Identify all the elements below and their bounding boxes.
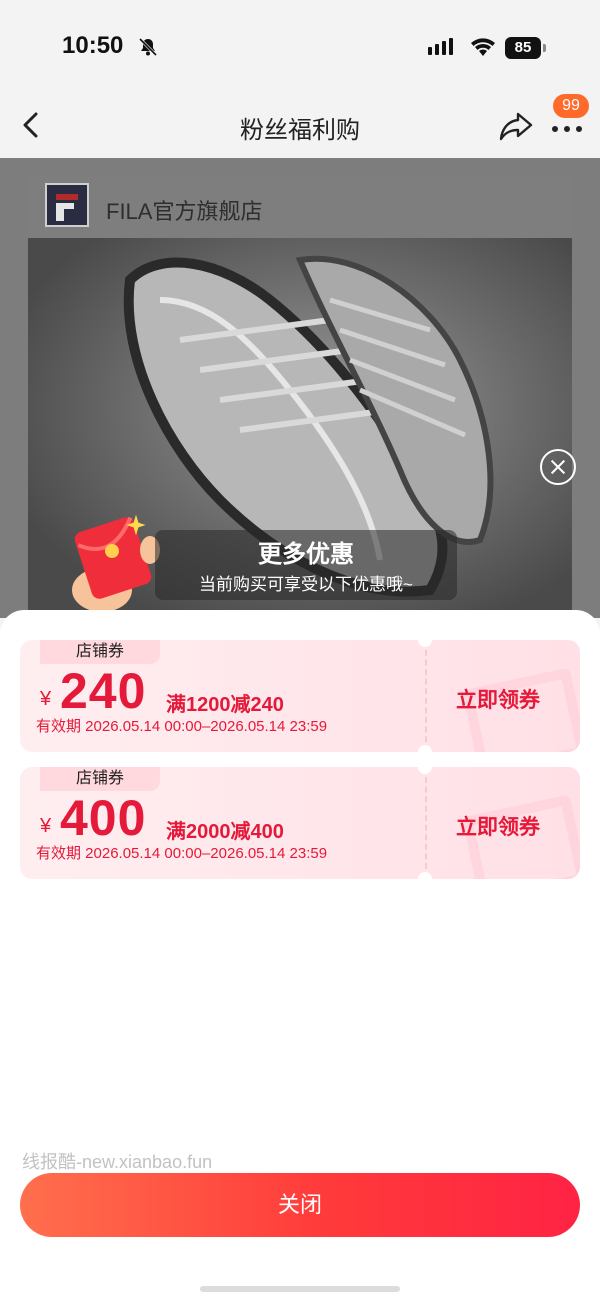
wifi-icon	[471, 38, 495, 56]
coupon-card: 店铺券 ¥ 400 满2000减400 有效期 2026.05.14 00:00…	[20, 767, 580, 879]
bell-muted-icon	[138, 37, 158, 57]
coupon-condition: 满1200减240	[166, 694, 284, 716]
close-button[interactable]: 关闭	[20, 1173, 580, 1237]
red-envelope-icon	[72, 514, 160, 612]
signal-icon	[428, 38, 453, 55]
coupon-card: 店铺券 ¥ 240 满1200减240 有效期 2026.05.14 00:00…	[20, 640, 580, 752]
currency-symbol: ¥	[40, 815, 52, 837]
coupon-tag: 店铺券	[40, 767, 160, 791]
banner-subtitle: 当前购买可享受以下优惠哦~	[199, 575, 413, 594]
nav-bar: 粉丝福利购	[0, 96, 600, 158]
battery-tip	[543, 44, 546, 52]
banner-title: 更多优惠	[258, 541, 354, 568]
coupon-condition: 满2000减400	[166, 821, 284, 843]
coupon-amount: 400	[60, 790, 147, 846]
home-indicator[interactable]	[200, 1286, 400, 1292]
coupon-amount: 240	[60, 663, 147, 719]
coupon-validity: 有效期 2026.05.14 00:00–2026.05.14 23:59	[36, 845, 328, 862]
coupon-validity: 有效期 2026.05.14 00:00–2026.05.14 23:59	[36, 718, 328, 735]
close-image-icon[interactable]	[540, 449, 576, 485]
currency-symbol: ¥	[40, 688, 52, 710]
claim-coupon-button[interactable]: 立即领券	[456, 811, 540, 841]
status-time: 10:50	[62, 32, 124, 59]
claim-coupon-button[interactable]: 立即领券	[456, 684, 540, 714]
battery-indicator: 85	[505, 37, 541, 59]
more-benefits-banner: 更多优惠 当前购买可享受以下优惠哦~	[155, 530, 457, 600]
notification-badge: 99	[553, 94, 589, 118]
fila-logo-icon	[45, 183, 89, 227]
site-watermark: 线报酷-new.xianbao.fun	[22, 1152, 213, 1172]
store-name: FILA官方旗舰店	[106, 199, 263, 224]
coupon-tag: 店铺券	[40, 640, 160, 664]
share-icon[interactable]	[498, 110, 534, 142]
status-bar: 10:50 85	[0, 0, 600, 96]
